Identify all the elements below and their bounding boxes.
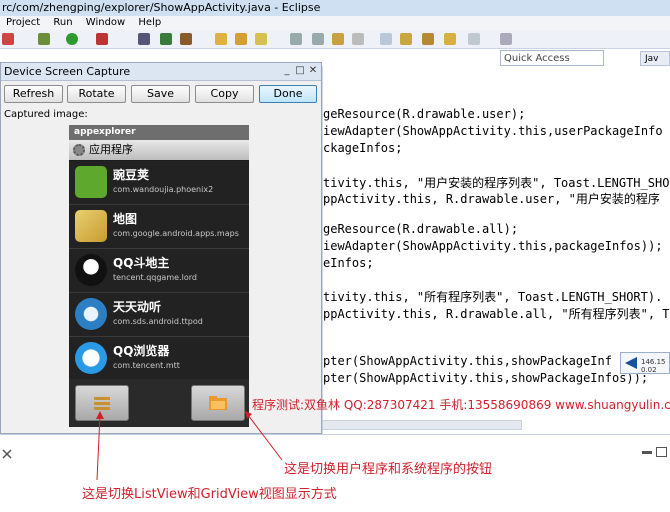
qq-browser-icon bbox=[75, 342, 107, 374]
list-item[interactable]: 豌豆荚 com.wandoujia.phoenix2 bbox=[69, 161, 249, 205]
list-icon bbox=[94, 397, 110, 410]
app-package: com.tencent.mtt bbox=[113, 361, 180, 370]
code-line: pter(ShowAppActivity.this,showPackageInf… bbox=[323, 371, 649, 385]
toggle-program-button[interactable] bbox=[191, 385, 245, 421]
maps-icon bbox=[75, 210, 107, 242]
code-line: pter(ShowAppActivity.this,showPackageInf bbox=[323, 354, 612, 368]
captured-phone-screen: appexplorer 应用程序 豌豆荚 com.wandoujia.phoen… bbox=[69, 125, 249, 427]
minimize-icon[interactable]: _ bbox=[281, 65, 293, 77]
refresh-button[interactable]: Refresh bbox=[4, 85, 63, 103]
app-name: QQ浏览器 bbox=[113, 344, 170, 358]
next-annotation-icon[interactable] bbox=[312, 33, 324, 45]
save-button[interactable]: Save bbox=[131, 85, 190, 103]
maximize-icon[interactable] bbox=[656, 447, 667, 457]
prev-annotation-icon[interactable] bbox=[332, 33, 344, 45]
code-line: geResource(R.drawable.all); bbox=[323, 222, 519, 236]
app-name: 地图 bbox=[113, 212, 138, 226]
menu-bar: Project Run Window Help bbox=[0, 16, 670, 30]
code-line: ppActivity.this, R.drawable.user, "用户安装的… bbox=[323, 192, 660, 206]
dialog-title: Device Screen Capture bbox=[1, 63, 321, 81]
app-package: com.google.android.apps.maps bbox=[113, 229, 239, 238]
last-edit-icon[interactable] bbox=[422, 33, 434, 45]
toggle-view-button[interactable] bbox=[75, 385, 129, 421]
done-button[interactable]: Done bbox=[259, 85, 317, 103]
app-package: com.sds.android.ttpod bbox=[113, 317, 203, 326]
section-title: 应用程序 bbox=[89, 143, 133, 156]
close-icon[interactable]: ✕ bbox=[307, 65, 319, 77]
back-icon[interactable] bbox=[444, 33, 456, 45]
wandoujia-icon bbox=[75, 166, 107, 198]
external-tools-icon[interactable] bbox=[96, 33, 108, 45]
markers-icon[interactable] bbox=[380, 33, 392, 45]
list-item[interactable]: QQ斗地主 tencent.qqgame.lord bbox=[69, 249, 249, 293]
phone-app-title: appexplorer bbox=[69, 125, 249, 140]
folder-icon bbox=[209, 396, 227, 410]
menu-project[interactable]: Project bbox=[6, 17, 40, 28]
qq-penguin-icon bbox=[75, 254, 107, 286]
menu-help[interactable]: Help bbox=[138, 17, 161, 28]
phone-section-header: 应用程序 bbox=[69, 140, 249, 160]
window-title: rc/com/zhengping/explorer/ShowAppActivit… bbox=[0, 0, 670, 16]
forward-icon[interactable] bbox=[468, 33, 480, 45]
maximize-icon[interactable]: □ bbox=[294, 65, 306, 77]
code-line: tivity.this, "所有程序列表", Toast.LENGTH_SHOR… bbox=[323, 290, 663, 304]
menu-window[interactable]: Window bbox=[86, 17, 125, 28]
main-toolbar bbox=[0, 30, 670, 49]
copy-button[interactable]: Copy bbox=[195, 85, 254, 103]
rotate-button[interactable]: Rotate bbox=[67, 85, 126, 103]
pin-editor-icon[interactable] bbox=[500, 33, 512, 45]
gear-icon bbox=[73, 144, 85, 156]
horizontal-scrollbar[interactable] bbox=[322, 420, 522, 430]
java-perspective-button[interactable]: Jav bbox=[640, 51, 670, 66]
code-line: geResource(R.drawable.user); bbox=[323, 107, 526, 121]
toggle-icon[interactable] bbox=[352, 33, 364, 45]
debug-icon[interactable] bbox=[38, 33, 50, 45]
new-icon[interactable] bbox=[2, 33, 14, 45]
minimize-icon[interactable] bbox=[642, 451, 652, 454]
app-name: 豌豆荚 bbox=[113, 168, 150, 182]
captured-image-label: Captured image: bbox=[4, 109, 88, 120]
code-line: iewAdapter(ShowAppActivity.this,packageI… bbox=[323, 239, 663, 253]
code-line: ppActivity.this, R.drawable.all, "所有程序列表… bbox=[323, 307, 670, 321]
phone-footer bbox=[69, 379, 249, 427]
app-name: 天天动听 bbox=[113, 300, 162, 314]
java-class-icon[interactable] bbox=[160, 33, 172, 45]
package-icon[interactable] bbox=[180, 33, 192, 45]
open-folder-icon[interactable] bbox=[215, 33, 227, 45]
list-item[interactable]: QQ浏览器 com.tencent.mtt bbox=[69, 337, 249, 381]
app-name: QQ斗地主 bbox=[113, 256, 170, 270]
annotation-toggle-view: 这是切换ListView和GridView视图显示方式 bbox=[82, 487, 337, 502]
code-editor[interactable]: geResource(R.drawable.user); iewAdapter(… bbox=[322, 66, 670, 434]
code-line: iewAdapter(ShowAppActivity.this,userPack… bbox=[323, 124, 663, 138]
ttpod-icon bbox=[75, 298, 107, 330]
annotation-nav-icon[interactable] bbox=[290, 33, 302, 45]
list-item[interactable]: 地图 com.google.android.apps.maps bbox=[69, 205, 249, 249]
annotation-toggle-program: 这是切换用户程序和系统程序的按钮 bbox=[284, 462, 493, 477]
code-line: tivity.this, "用户安装的程序列表", Toast.LENGTH_S… bbox=[323, 176, 670, 190]
device-screen-capture-dialog: Device Screen Capture _ □ ✕ Refresh Rota… bbox=[0, 62, 322, 434]
run-icon[interactable] bbox=[66, 33, 78, 45]
app-package: com.wandoujia.phoenix2 bbox=[113, 185, 214, 194]
notification-popup: 146.15 0.02 bbox=[620, 352, 670, 374]
next-edit-icon[interactable] bbox=[400, 33, 412, 45]
app-package: tencent.qqgame.lord bbox=[113, 273, 197, 282]
search-icon[interactable] bbox=[138, 33, 150, 45]
open-type-icon[interactable] bbox=[235, 33, 247, 45]
code-line: eInfos; bbox=[323, 256, 374, 270]
list-item[interactable]: 天天动听 com.sds.android.ttpod bbox=[69, 293, 249, 337]
arrow-icon bbox=[625, 357, 637, 369]
credit-text: 程序测试:双鱼林 QQ:287307421 手机:13558690869 www… bbox=[252, 398, 670, 412]
menu-run[interactable]: Run bbox=[53, 17, 72, 28]
close-icon[interactable] bbox=[2, 449, 12, 459]
pin-icon[interactable] bbox=[255, 33, 267, 45]
quick-access-input[interactable]: Quick Access bbox=[500, 50, 604, 66]
code-line: ckageInfos; bbox=[323, 141, 403, 155]
